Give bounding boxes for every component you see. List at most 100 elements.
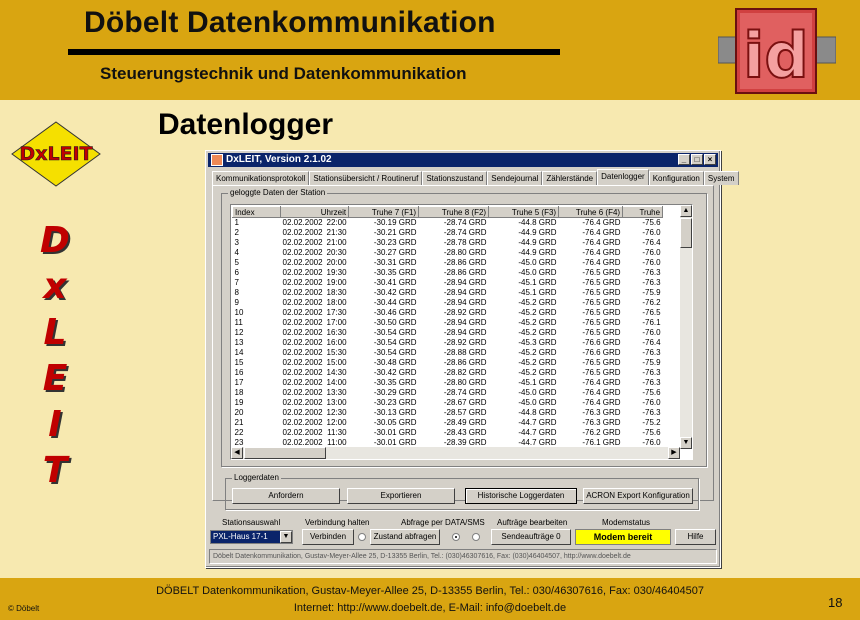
table-cell: -76.5 GRD [582, 358, 621, 367]
col-truhe8[interactable]: Truhe 8 (F2) [418, 206, 490, 218]
col-truhe6[interactable]: Truhe 6 (F4) [558, 206, 624, 218]
table-cell: 14 [234, 348, 244, 357]
table-cell: -30.19 GRD [373, 218, 417, 227]
tab-sendejournal[interactable]: Sendejournal [487, 171, 543, 185]
col-truhe-next[interactable]: Truhe [622, 206, 664, 218]
data-radio[interactable] [452, 533, 460, 541]
station-select[interactable]: PXL-Haus 17-1 ▼ [210, 530, 293, 544]
table-row[interactable]: 3 02.02.2002 21:00 -30.23 GRD -28.78 GRD -44.… [233, 238, 663, 248]
sms-radio[interactable] [472, 533, 480, 541]
jobs-label: Aufträge bearbeiten [497, 518, 568, 527]
table-cell: -30.29 GRD [373, 388, 417, 397]
table-cell: -75.9 [642, 358, 661, 367]
table-row[interactable]: 22 02.02.2002 11:30 -30.01 GRD -28.43 GRD -44… [233, 428, 663, 438]
table-row[interactable]: 7 02.02.2002 19:00 -30.41 GRD -28.94 GRD -45.… [233, 278, 663, 288]
table-cell: -76.5 GRD [582, 268, 621, 277]
window-titlebar[interactable]: DxLEIT, Version 2.1.02 _ □ × [208, 153, 718, 167]
table-cell: -76.4 GRD [582, 398, 621, 407]
maximize-icon[interactable]: □ [691, 154, 703, 165]
table-row[interactable]: 1 02.02.2002 22:00 -30.19 GRD -28.74 GRD -44.… [233, 218, 663, 229]
log-data-grid[interactable]: Index Uhrzeit Truhe 7 (F1) Truhe 8 (F2) … [230, 204, 693, 460]
table-cell: -76.1 [642, 318, 661, 327]
table-cell: -28.57 GRD [443, 408, 487, 417]
table-row[interactable]: 15 02.02.2002 15:00 -30.48 GRD -28.86 GRD -45… [233, 358, 663, 368]
tab-datenlogger[interactable]: Datenlogger [597, 169, 649, 185]
connect-button[interactable]: Verbinden [302, 529, 354, 545]
table-row[interactable]: 16 02.02.2002 14:30 -30.42 GRD -28.82 GRD -45… [233, 368, 663, 378]
app-icon[interactable] [211, 154, 223, 166]
table-cell: -28.92 GRD [443, 338, 487, 347]
table-cell: 7 [234, 278, 239, 287]
page-title: Datenlogger [158, 108, 334, 141]
table-cell: -30.21 GRD [373, 228, 417, 237]
tab-konfiguration[interactable]: Konfiguration [648, 171, 704, 185]
table-row[interactable]: 6 02.02.2002 19:30 -30.35 GRD -28.86 GRD -45.… [233, 268, 663, 278]
table-cell: 13:00 [326, 398, 347, 407]
vertical-scroll-thumb[interactable] [680, 218, 692, 248]
table-row[interactable]: 12 02.02.2002 16:30 -30.54 GRD -28.94 GRD -45… [233, 328, 663, 338]
table-cell: 5 [234, 258, 239, 267]
table-row[interactable]: 18 02.02.2002 13:30 -30.29 GRD -28.74 GRD -45… [233, 388, 663, 398]
table-cell: 13:30 [326, 388, 347, 397]
col-index[interactable]: Index [232, 206, 281, 218]
scroll-right-icon[interactable]: ▶ [668, 447, 680, 459]
table-row[interactable]: 10 02.02.2002 17:30 -30.46 GRD -28.92 GRD -45… [233, 308, 663, 318]
table-cell: 02.02.2002 [282, 228, 323, 237]
table-cell: 2 [234, 228, 239, 237]
col-time[interactable]: Uhrzeit [279, 206, 350, 218]
table-cell: -30.01 GRD [373, 428, 417, 437]
scroll-left-icon[interactable]: ◀ [231, 447, 243, 459]
table-row[interactable]: 5 02.02.2002 20:00 -30.31 GRD -28.86 GRD -45.… [233, 258, 663, 268]
table-cell: -30.54 GRD [373, 338, 417, 347]
log-table: Index Uhrzeit Truhe 7 (F1) Truhe 8 (F2) … [232, 206, 664, 448]
vertical-scrollbar[interactable]: ▲ ▼ [680, 205, 692, 449]
table-cell: -28.94 GRD [443, 278, 487, 287]
col-truhe7[interactable]: Truhe 7 (F1) [348, 206, 420, 218]
table-cell: 20:30 [326, 248, 347, 257]
hold-connection-radio[interactable] [358, 533, 366, 541]
table-row[interactable]: 21 02.02.2002 12:00 -30.05 GRD -28.49 GRD -44… [233, 418, 663, 428]
table-row[interactable]: 4 02.02.2002 20:30 -30.27 GRD -28.80 GRD -44.… [233, 248, 663, 258]
table-cell: 02.02.2002 [282, 218, 323, 227]
table-row[interactable]: 2 02.02.2002 21:30 -30.21 GRD -28.74 GRD -44.… [233, 228, 663, 238]
modem-status-label: Modemstatus [602, 518, 651, 527]
state-query-button[interactable]: Zustand abfragen [370, 529, 440, 545]
export-button[interactable]: Exportieren [347, 488, 455, 504]
table-cell: 16:30 [326, 328, 347, 337]
col-truhe5[interactable]: Truhe 5 (F3) [488, 206, 560, 218]
table-row[interactable]: 17 02.02.2002 14:00 -30.35 GRD -28.80 GRD -45… [233, 378, 663, 388]
chevron-down-icon[interactable]: ▼ [280, 531, 292, 543]
tab-zaehlerstaende[interactable]: Zählerstände [542, 171, 598, 185]
table-cell: -76.0 [642, 258, 661, 267]
tab-stationsuebersicht[interactable]: Stationsübersicht / Routineruf [309, 171, 423, 185]
minimize-icon[interactable]: _ [678, 154, 690, 165]
table-row[interactable]: 13 02.02.2002 16:00 -30.54 GRD -28.92 GRD -45… [233, 338, 663, 348]
table-cell: -28.74 GRD [443, 228, 487, 237]
table-cell: -76.6 GRD [582, 348, 621, 357]
scroll-up-icon[interactable]: ▲ [680, 205, 692, 217]
table-row[interactable]: 11 02.02.2002 17:00 -30.50 GRD -28.94 GRD -45… [233, 318, 663, 328]
table-cell: 17:30 [326, 308, 347, 317]
tab-stationszustand[interactable]: Stationszustand [422, 171, 488, 185]
table-cell: -75.2 [642, 418, 661, 427]
acron-export-button[interactable]: ACRON Export Konfiguration [583, 488, 693, 504]
horizontal-scroll-thumb[interactable] [244, 447, 326, 459]
table-row[interactable]: 9 02.02.2002 18:00 -30.44 GRD -28.94 GRD -45.… [233, 298, 663, 308]
table-cell: 4 [234, 248, 239, 257]
help-button[interactable]: Hilfe [675, 529, 716, 545]
table-cell: 11:30 [327, 428, 347, 437]
table-row[interactable]: 19 02.02.2002 13:00 -30.23 GRD -28.67 GRD -45… [233, 398, 663, 408]
tab-kommunikationsprotokoll[interactable]: Kommunikationsprotokoll [212, 171, 310, 185]
send-jobs-button[interactable]: Sendeaufträge 0 [491, 529, 571, 545]
historical-data-button[interactable]: Historische Loggerdaten [465, 488, 577, 504]
table-cell: -28.86 GRD [443, 268, 487, 277]
tab-system[interactable]: System [703, 171, 739, 185]
table-row[interactable]: 14 02.02.2002 15:30 -30.54 GRD -28.88 GRD -45… [233, 348, 663, 358]
horizontal-scrollbar[interactable]: ◀ ▶ [231, 447, 680, 459]
request-button[interactable]: Anfordern [232, 488, 340, 504]
table-row[interactable]: 8 02.02.2002 18:30 -30.42 GRD -28.94 GRD -45.… [233, 288, 663, 298]
table-cell: 02.02.2002 [282, 238, 323, 247]
close-icon[interactable]: × [704, 154, 716, 165]
table-row[interactable]: 20 02.02.2002 12:30 -30.13 GRD -28.57 GRD -44… [233, 408, 663, 418]
scroll-down-icon[interactable]: ▼ [680, 437, 692, 449]
